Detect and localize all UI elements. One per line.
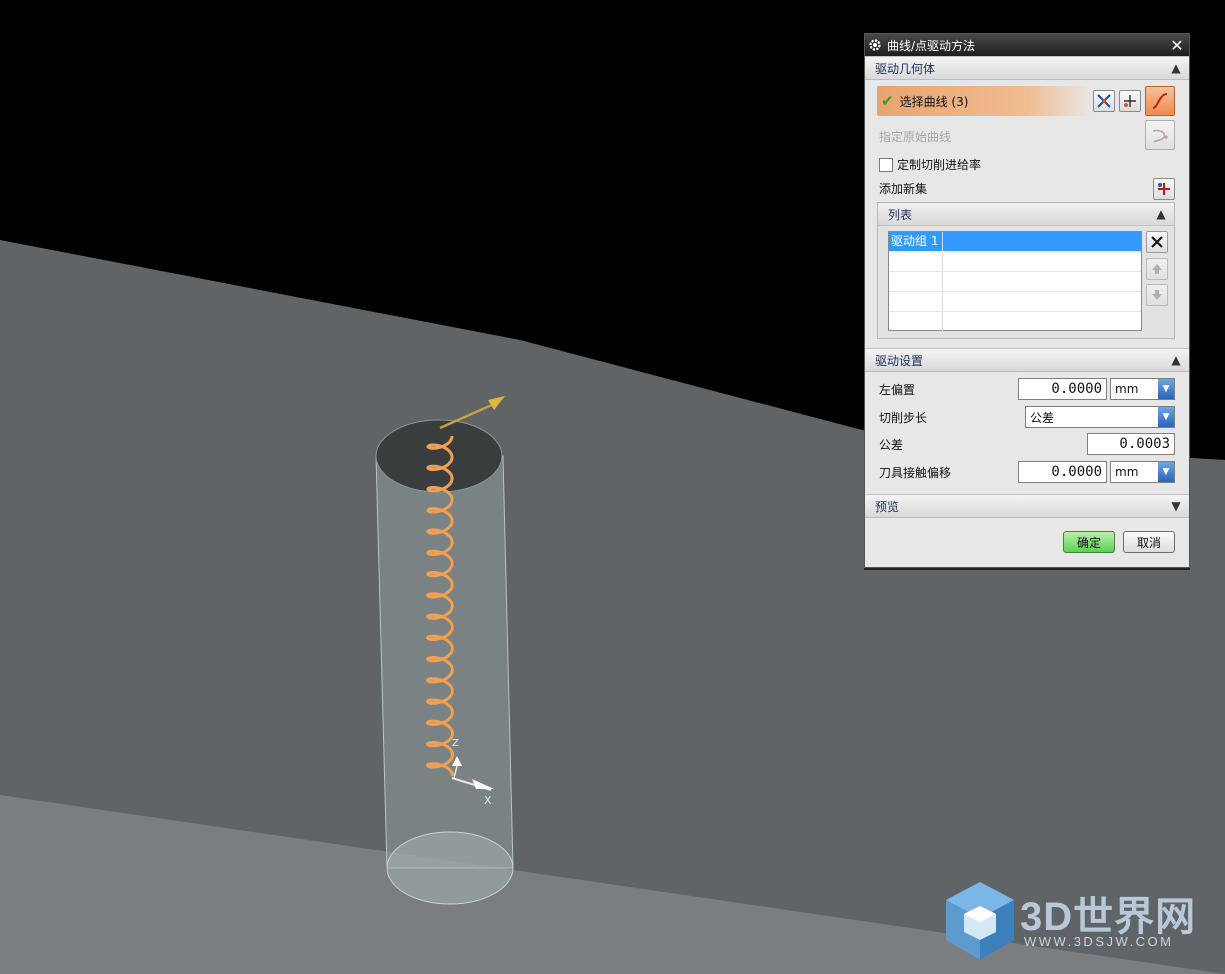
custom-feedrate-checkbox-row[interactable]: 定制切削进给率 [879,156,981,173]
custom-feedrate-checkbox[interactable] [879,157,893,172]
axis-x-label: X [484,794,492,807]
drive-group-table[interactable]: 驱动组 1 [888,231,1142,331]
point-dialog-button[interactable] [1093,90,1115,112]
left-offset-input[interactable]: 0.0000 [1018,378,1107,400]
table-row[interactable]: 驱动组 1 [889,232,1141,252]
table-cell [889,292,943,311]
table-cell [889,252,943,271]
add-point-button[interactable] [1119,90,1141,112]
tolerance-input[interactable]: 0.0003 [1087,433,1175,455]
list-panel: 列表 ▲ 驱动组 1 [877,202,1175,339]
tool-contact-offset-label: 刀具接触偏移 [879,465,952,480]
ok-button[interactable]: 确定 [1063,531,1115,553]
cut-step-label: 切削步长 [879,410,928,425]
curve-point-drive-dialog: 曲线/点驱动方法 ✕ 驱动几何体 ▲ ✔ 选择曲线 (3) 指定原始曲线 定制切… [864,33,1190,568]
close-icon[interactable]: ✕ [1167,36,1187,55]
cancel-button[interactable]: 取消 [1123,531,1175,553]
chevron-up-icon[interactable]: ▲ [1152,205,1170,223]
cut-step-row: 切削步长 [879,405,1019,429]
move-down-button[interactable] [1146,284,1168,306]
section-drive-geometry-title: 驱动几何体 [875,61,936,76]
tolerance-label: 公差 [879,437,904,452]
chevron-down-icon[interactable]: ▼ [1158,462,1174,482]
chevron-down-icon[interactable]: ▼ [1158,379,1174,399]
left-offset-unit: mm [1115,382,1139,396]
checkmark-icon: ✔ [881,92,894,110]
select-curve-row[interactable]: ✔ 选择曲线 (3) [877,86,1092,116]
left-offset-unit-dropdown[interactable]: mm ▼ [1110,378,1175,400]
list-panel-header[interactable]: 列表 ▲ [878,203,1174,226]
tolerance-row: 公差 [879,432,1019,456]
chevron-up-icon[interactable]: ▲ [1167,59,1185,77]
select-curve-label: 选择曲线 (3) [899,94,969,109]
table-row[interactable] [889,292,1141,312]
table-cell [889,272,943,291]
gear-icon[interactable] [865,35,885,55]
specify-original-curve-label: 指定原始曲线 [879,130,952,144]
axis-z-label: Z [452,738,459,749]
add-new-set-button[interactable] [1153,178,1175,200]
table-cell [889,312,943,331]
list-panel-title: 列表 [888,207,913,222]
table-row[interactable] [889,252,1141,272]
curve-select-button[interactable] [1145,86,1175,116]
tool-contact-offset-unit: mm [1115,465,1139,479]
chevron-up-icon[interactable]: ▲ [1167,351,1185,369]
section-drive-settings-title: 驱动设置 [875,353,924,368]
custom-feedrate-label: 定制切削进给率 [897,158,982,172]
watermark: 3D世界网 WWW.3DSJW.COM [940,878,1210,966]
table-cell: 驱动组 1 [889,232,943,251]
dialog-title: 曲线/点驱动方法 [887,38,976,53]
section-drive-geometry-body: ✔ 选择曲线 (3) 指定原始曲线 定制切削进给率 添加新集 列表 ▲ 驱动组 … [865,80,1189,348]
cube-logo-icon [946,882,1014,960]
cut-step-value: 公差 [1030,410,1055,425]
tool-contact-offset-unit-dropdown[interactable]: mm ▼ [1110,461,1175,483]
dialog-titlebar[interactable]: 曲线/点驱动方法 ✕ [865,34,1189,56]
add-new-set-label: 添加新集 [879,182,928,196]
tool-contact-offset-input[interactable]: 0.0000 [1018,461,1107,483]
section-drive-settings-header[interactable]: 驱动设置 ▲ [865,348,1189,372]
table-row[interactable] [889,312,1141,331]
remove-button[interactable] [1146,231,1168,253]
cut-step-dropdown[interactable]: 公差 ▼ [1025,406,1175,428]
specify-original-curve-button[interactable] [1145,120,1175,150]
move-up-button[interactable] [1146,258,1168,280]
left-offset-row: 左偏置 [879,377,1019,401]
cylinder[interactable] [375,419,514,905]
chevron-down-icon[interactable]: ▼ [1167,497,1185,515]
table-row[interactable] [889,272,1141,292]
section-preview-title: 预览 [875,499,900,514]
tool-contact-offset-row: 刀具接触偏移 [879,460,1019,484]
watermark-url: WWW.3DSJW.COM [1024,934,1174,949]
chevron-down-icon[interactable]: ▼ [1158,407,1174,427]
section-drive-geometry-header[interactable]: 驱动几何体 ▲ [865,56,1189,80]
section-drive-settings-body: 左偏置 0.0000 mm ▼ 切削步长 公差 ▼ 公差 0.0003 刀具接触… [865,372,1189,494]
left-offset-label: 左偏置 [879,382,916,397]
section-preview-header[interactable]: 预览 ▼ [865,494,1189,518]
